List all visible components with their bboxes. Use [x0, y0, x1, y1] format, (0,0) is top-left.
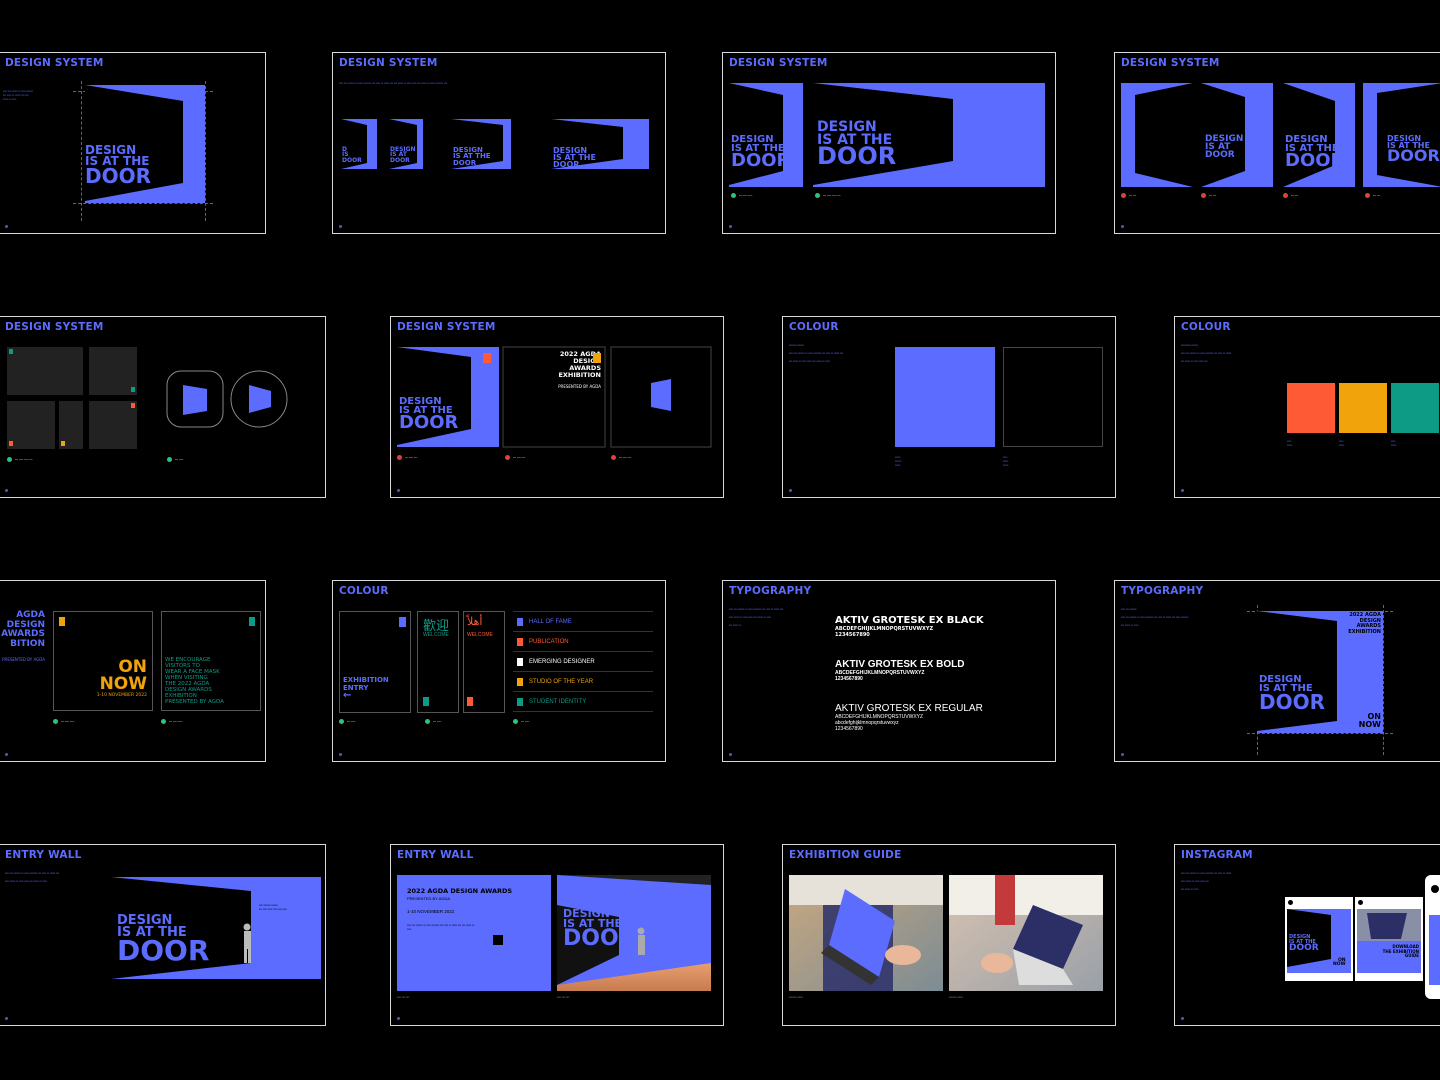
- footer: [339, 224, 346, 228]
- footer: [397, 488, 404, 492]
- slide-title: COLOUR: [339, 585, 389, 597]
- slide-typography-1[interactable]: TYPOGRAPHY ▪▪▪▪ ▪▪▪ ▪▪▪▪▪▪ ▪▪ ▪▪▪▪ ▪▪▪▪▪…: [722, 580, 1056, 762]
- body-text: ▪▪▪▪▪▪▪ ▪▪▪▪▪▪ ▪▪▪▪ ▪▪▪ ▪▪▪▪▪▪ ▪▪ ▪▪▪▪ ▪▪…: [789, 343, 844, 363]
- footer: [397, 1016, 404, 1020]
- footer: [5, 488, 12, 492]
- slide-instagram[interactable]: INSTAGRAM ▪▪▪▪ ▪▪▪ ▪▪▪▪▪▪ ▪▪ ▪▪▪▪ ▪▪▪▪▪▪…: [1174, 844, 1440, 1026]
- poster-title: 2022 AGDA DESIGN AWARDS EXHIBITION PRESENTE…: [558, 350, 601, 390]
- footer: [5, 752, 12, 756]
- font-specimen-black: AKTIV GROTESK EX BLACK ABCDEFGHIJKLMNOPQ…: [835, 615, 984, 638]
- slide-design-system-1[interactable]: DESIGN SYSTEM ▪▪▪▪ ▪▪▪ ▪▪▪▪▪ ▪▪ ▪▪▪▪ ▪▪▪…: [0, 52, 266, 234]
- slide-entry-wall-2[interactable]: ENTRY WALL 2022 AGDA DESIGN AWARDS PRESE…: [390, 844, 724, 1026]
- on-now: ON NOW: [1358, 712, 1381, 729]
- agda-wordmark: AGDA DESIGN AWARDS BITION PRESENTED BY AGDA: [1, 610, 45, 662]
- footer: [729, 224, 736, 228]
- slide-title: TYPOGRAPHY: [729, 585, 812, 597]
- slide-title: COLOUR: [789, 321, 839, 333]
- swatch-blue: [895, 347, 995, 447]
- slide-design-system-4[interactable]: DESIGN SYSTEM DESIGN IS AT DOOR DESIGN IS A…: [1114, 52, 1440, 234]
- slide-design-system-3[interactable]: DESIGN SYSTEM DESIGN IS AT THE DOOR DESIGN…: [722, 52, 1056, 234]
- slide-signage[interactable]: AGDA DESIGN AWARDS BITION PRESENTED BY AGDA…: [0, 580, 266, 762]
- swatch-teal: [1391, 383, 1439, 433]
- footer: [5, 1016, 12, 1020]
- instagram-post-2: DOWNLOAD THE EXHIBITION GUIDE: [1355, 897, 1423, 981]
- footer: [729, 752, 736, 756]
- slide-colour-wayfinding[interactable]: COLOUR EXHIBITION ENTRY ← 歡迎 WELCOME أهلا…: [332, 580, 666, 762]
- font-specimen-bold: AKTIV GROTESK EX BOLD ABCDEFGHIJKLMNOPQR…: [835, 659, 965, 682]
- slide-design-system-5[interactable]: DESIGN SYSTEM ▪▪▪ ▪▪▪▪ ▪▪▪▪ ▪▪▪ ▪▪▪ ▪▪▪▪: [0, 316, 326, 498]
- body-text: ▪▪▪▪▪▪▪▪▪ ▪▪▪▪▪▪ ▪▪▪▪ ▪▪▪ ▪▪▪▪▪▪ ▪▪ ▪▪▪▪ …: [1181, 343, 1232, 363]
- list-item[interactable]: PUBLICATION: [513, 632, 653, 652]
- footer: [1181, 488, 1188, 492]
- poster-title: 2022 AGDA DESIGN AWARDS EXHIBITION: [1348, 612, 1381, 635]
- slide-title: INSTAGRAM: [1181, 849, 1253, 861]
- app-icons: [166, 370, 288, 428]
- body-text: ▪▪▪▪ ▪▪▪ ▪▪▪▪▪▪ ▪▪ ▪▪▪▪ ▪▪▪▪▪▪▪ ▪▪▪ ▪▪▪▪…: [729, 607, 784, 627]
- footer: [5, 224, 12, 228]
- slide-colour-2[interactable]: COLOUR ▪▪▪▪▪▪▪▪▪ ▪▪▪▪▪▪ ▪▪▪▪ ▪▪▪ ▪▪▪▪▪▪ ▪…: [1174, 316, 1440, 498]
- slide-design-system-6[interactable]: DESIGN SYSTEM DESIGN IS AT THE DOOR 2022 A…: [390, 316, 724, 498]
- slide-entry-wall-1[interactable]: ENTRY WALL ▪▪▪▪ ▪▪▪ ▪▪▪▪▪▪ ▪▪ ▪▪▪▪ ▪▪▪▪▪…: [0, 844, 326, 1026]
- swatch-black: [1003, 347, 1103, 447]
- list-item[interactable]: STUDENT IDENTITY: [513, 692, 653, 712]
- list-item[interactable]: STUDIO OF THE YEAR: [513, 672, 653, 692]
- body-text: ▪▪▪▪ ▪▪▪ ▪▪▪▪▪▪ ▪▪ ▪▪▪▪ ▪▪▪▪▪▪▪ ▪▪▪ ▪▪▪▪…: [1181, 871, 1232, 891]
- swatch-orange: [1287, 383, 1335, 433]
- face-mask-notice: WE ENCOURAGE VISITORS TO WEAR A FACE MASK W…: [165, 657, 224, 705]
- slide-colour-1[interactable]: COLOUR ▪▪▪▪▪▪▪ ▪▪▪▪▪▪ ▪▪▪▪ ▪▪▪ ▪▪▪▪▪▪ ▪▪ …: [782, 316, 1116, 498]
- list-item[interactable]: HALL OF FAME: [513, 612, 653, 632]
- footer: [1121, 224, 1128, 228]
- footer: [339, 752, 346, 756]
- footer: [789, 488, 796, 492]
- poster-grid: [1257, 611, 1383, 733]
- door-wordmark: DESIGN IS AT THE DOOR: [85, 143, 152, 188]
- exhibition-entry: EXHIBITION ENTRY ←: [343, 676, 389, 701]
- instagram-post-1: DESIGN IS AT THE DOOR ON NOW: [1285, 897, 1353, 981]
- logo-proportions: [341, 119, 649, 169]
- slide-title: COLOUR: [1181, 321, 1231, 333]
- font-specimen-regular: AKTIV GROTESK EX REGULAR ABCDEFGHIJKLMNO…: [835, 703, 983, 732]
- footer: [1181, 1016, 1188, 1020]
- category-list: HALL OF FAME PUBLICATION EMERGING DESIGN…: [513, 611, 653, 713]
- slide-design-system-2[interactable]: DESIGN SYSTEM ▪▪▪▪ ▪▪▪ ▪▪▪▪▪▪ ▪▪ ▪▪▪▪ ▪▪…: [332, 52, 666, 234]
- on-now: ON NOW 1-10 NOVEMBER 2022: [96, 657, 147, 699]
- swatch-yellow: [1339, 383, 1387, 433]
- phone-mockup: [1425, 875, 1440, 999]
- list-item[interactable]: EMERGING DESIGNER: [513, 652, 653, 672]
- slide-exhibition-guide[interactable]: EXHIBITION GUIDE ▪▪▪▪▪▪▪ ▪▪▪▪▪ ▪▪▪▪▪▪▪ ▪…: [782, 844, 1116, 1026]
- welcome-arabic: أهلاً: [467, 616, 483, 628]
- footer: [1121, 752, 1128, 756]
- slide-typography-2[interactable]: TYPOGRAPHY ▪▪▪▪ ▪▪▪ ▪▪▪▪▪▪ ▪▪▪▪ ▪▪▪ ▪▪▪▪▪…: [1114, 580, 1440, 762]
